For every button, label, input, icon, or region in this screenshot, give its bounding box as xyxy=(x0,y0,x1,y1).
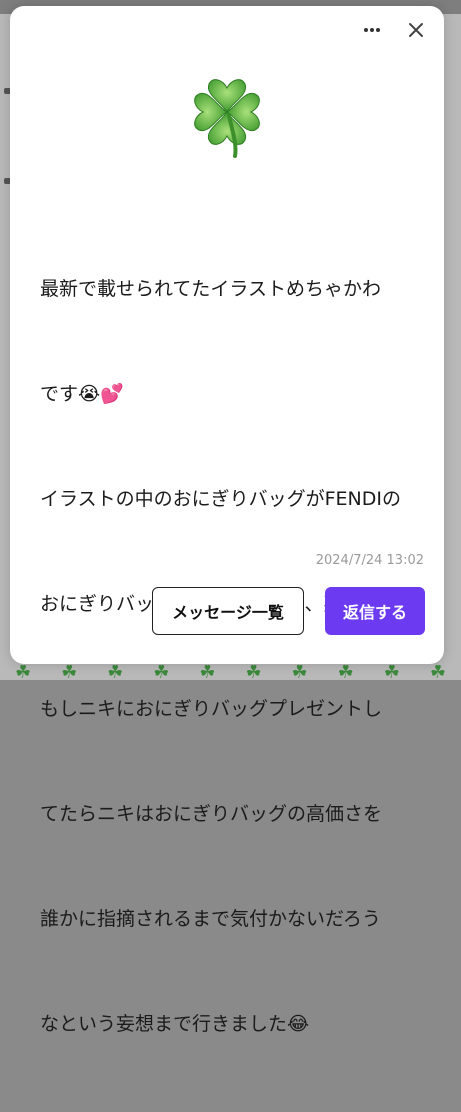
reply-button[interactable]: 返信する xyxy=(325,587,425,635)
message-line: なという妄想まで行きました😂 xyxy=(40,1013,310,1035)
message-line: イラストの中のおにぎりバッグがFENDIの xyxy=(40,488,402,510)
close-icon[interactable] xyxy=(404,18,428,42)
message-list-button[interactable]: メッセージ一覧 xyxy=(152,587,304,635)
message-body: 最新で載せられてたイラストめちゃかわ です😭💕 イラストの中のおにぎりバッグがF… xyxy=(40,202,420,1112)
message-line: 誰かに指摘されるまで気付かないだろう xyxy=(40,908,381,930)
message-timestamp: 2024/7/24 13:02 xyxy=(315,553,424,568)
clover-icon: ☘ xyxy=(429,662,446,683)
modal-top-actions xyxy=(360,18,428,42)
message-modal: 最新で載せられてたイラストめちゃかわ です😭💕 イラストの中のおにぎりバッグがF… xyxy=(10,6,444,1035)
four-leaf-clover-icon xyxy=(194,79,260,158)
clover-icon: ☘ xyxy=(14,662,32,683)
message-line: 最新で載せられてたイラストめちゃかわ xyxy=(40,278,382,300)
more-icon[interactable] xyxy=(360,18,384,42)
message-line: です😭💕 xyxy=(40,383,124,405)
message-line: てたらニキはおにぎりバッグの高価さを xyxy=(40,803,383,825)
message-line: もしニキにおにぎりバッグプレゼントし xyxy=(40,698,383,720)
